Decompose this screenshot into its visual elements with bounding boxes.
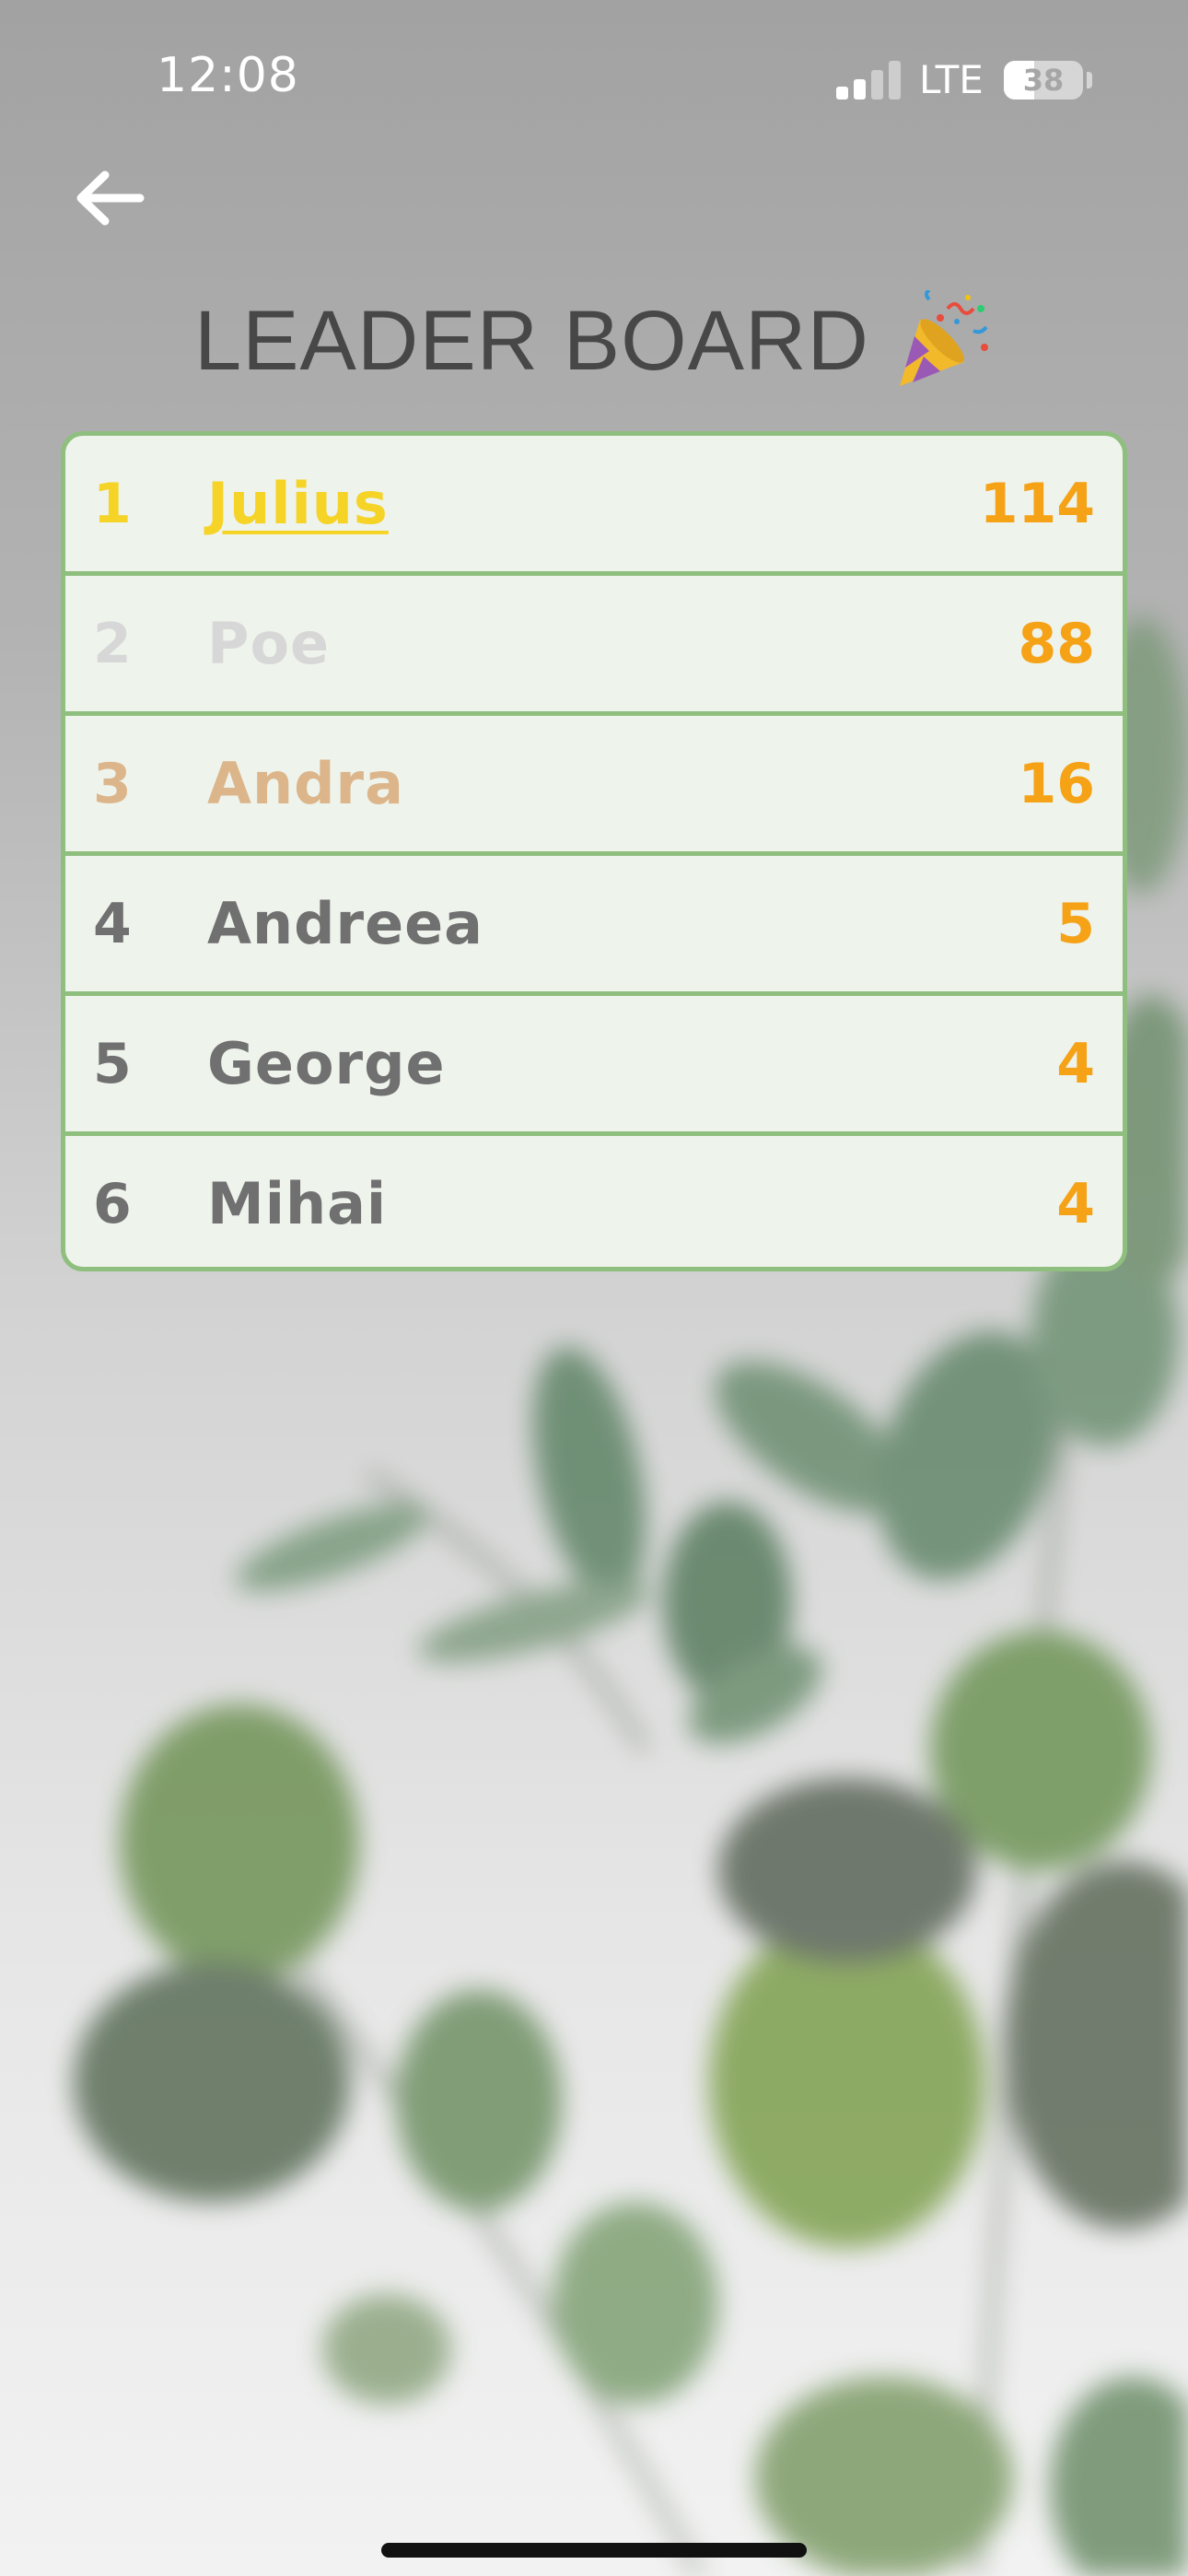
- player-score: 4: [1056, 1171, 1095, 1236]
- player-name: Poe: [207, 610, 331, 677]
- cellular-signal-icon: [836, 61, 901, 100]
- rank: 2: [93, 611, 132, 676]
- leaderboard-row-6[interactable]: 6 Mihai 4: [65, 1136, 1123, 1267]
- player-name: George: [207, 1030, 446, 1097]
- player-score: 4: [1056, 1031, 1095, 1096]
- home-indicator[interactable]: [381, 2543, 807, 2558]
- leaderboard-table: 1 Julius 114 2 Poe 88 3 Andra 16 4 Andre…: [61, 431, 1127, 1271]
- rank: 1: [93, 471, 132, 536]
- player-score: 5: [1056, 891, 1095, 956]
- page-title: LEADER BOARD: [194, 294, 869, 388]
- battery-icon: 38: [1004, 61, 1083, 100]
- rank: 5: [93, 1031, 132, 1096]
- player-name: Andreea: [207, 890, 484, 957]
- leaderboard-row-5[interactable]: 5 George 4: [65, 996, 1123, 1136]
- player-name: Mihai: [207, 1170, 388, 1237]
- player-name: Julius: [207, 470, 389, 537]
- rank: 4: [93, 891, 132, 956]
- party-popper-icon: [899, 290, 988, 386]
- player-name: Andra: [207, 750, 404, 817]
- rank: 6: [93, 1171, 132, 1236]
- network-type: LTE: [919, 57, 984, 102]
- page-header: LEADER BOARD: [0, 276, 1188, 405]
- player-score: 114: [979, 471, 1095, 536]
- battery-level: 38: [1022, 63, 1065, 98]
- back-button[interactable]: [64, 157, 157, 249]
- leaderboard-row-3[interactable]: 3 Andra 16: [65, 716, 1123, 856]
- rank: 3: [93, 751, 132, 816]
- leaderboard-row-2[interactable]: 2 Poe 88: [65, 576, 1123, 716]
- player-score: 16: [1018, 751, 1096, 816]
- status-time: 12:08: [157, 48, 299, 103]
- battery-cap: [1087, 72, 1092, 88]
- status-bar: 12:08 LTE 38: [0, 0, 1188, 166]
- back-arrow-icon: [76, 170, 145, 226]
- leaderboard-row-4[interactable]: 4 Andreea 5: [65, 856, 1123, 996]
- player-score: 88: [1018, 611, 1096, 676]
- leaderboard-row-1[interactable]: 1 Julius 114: [65, 436, 1123, 576]
